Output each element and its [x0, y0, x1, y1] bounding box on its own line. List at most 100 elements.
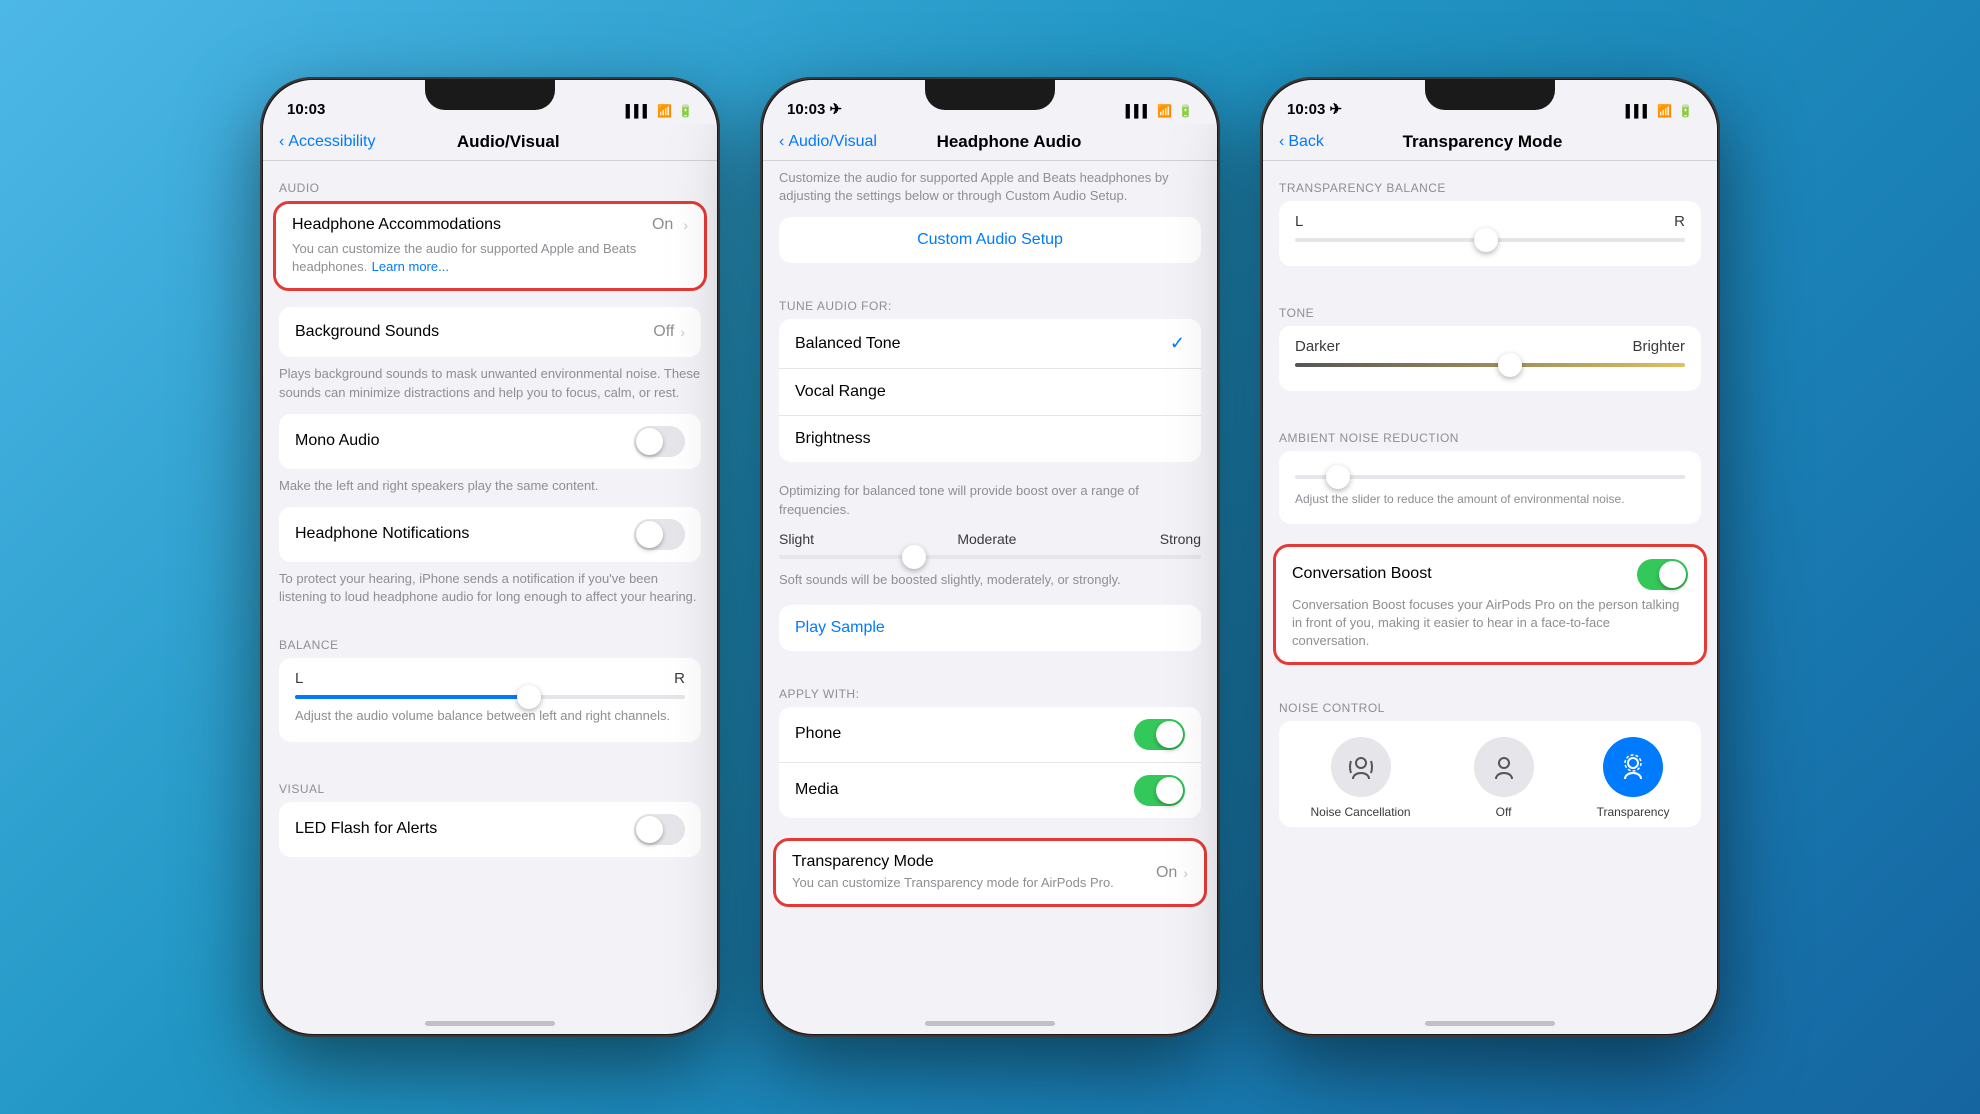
mono-audio-toggle[interactable]	[634, 426, 685, 457]
home-indicator-1	[425, 1021, 555, 1026]
t-balance-group: L R	[1279, 201, 1701, 266]
section-header-audio: AUDIO	[263, 161, 717, 201]
led-flash-toggle-thumb	[636, 816, 663, 843]
conversation-boost-desc: Conversation Boost focuses your AirPods …	[1292, 596, 1688, 651]
headphone-accom-link[interactable]: Learn more...	[372, 259, 449, 274]
tone-darker-label: Darker	[1295, 338, 1340, 355]
wifi-icon-2: 📶	[1157, 104, 1172, 118]
tone-thumb[interactable]	[1498, 353, 1522, 377]
headphone-notif-toggle[interactable]	[634, 519, 685, 550]
background-sounds-row[interactable]: Background Sounds Off ›	[279, 307, 701, 357]
noise-off-item[interactable]: Off	[1474, 737, 1534, 819]
play-sample-row[interactable]: Play Sample	[779, 605, 1201, 651]
mono-audio-title: Mono Audio	[295, 432, 634, 450]
custom-audio-btn[interactable]: Custom Audio Setup	[779, 217, 1201, 263]
signal-icon-3: ▌▌▌	[1626, 104, 1652, 118]
home-indicator-3	[1425, 1021, 1555, 1026]
back-chevron-icon-1: ‹	[279, 133, 284, 151]
noise-transparency-item[interactable]: Transparency	[1597, 737, 1670, 819]
intensity-strong: Strong	[1160, 531, 1201, 547]
content-3[interactable]: TRANSPARENCY BALANCE L R TONE	[1263, 161, 1717, 1021]
section-header-visual: VISUAL	[263, 762, 717, 802]
tone-header: TONE	[1263, 286, 1717, 326]
transparency-mode-row[interactable]: Transparency Mode You can customize Tran…	[776, 841, 1204, 904]
background-sounds-content: Background Sounds	[295, 323, 653, 341]
mono-audio-desc: Make the left and right speakers play th…	[279, 478, 598, 493]
led-flash-toggle[interactable]	[634, 814, 685, 845]
headphone-accom-group: Headphone Accommodations On › You can cu…	[276, 204, 704, 288]
nav-bar-3: ‹ Back Transparency Mode	[1263, 124, 1717, 161]
noise-icons-row: Noise Cancellation Off	[1279, 721, 1701, 827]
status-icons-2: ▌▌▌ 📶 🔋	[1126, 104, 1193, 118]
tone-slider[interactable]	[1295, 363, 1685, 367]
balance-thumb[interactable]	[517, 685, 541, 709]
balance-right-label: R	[674, 670, 685, 687]
conversation-boost-toggle[interactable]	[1637, 559, 1688, 590]
tune-option-balanced[interactable]: Balanced Tone ✓	[779, 319, 1201, 369]
phone-2: 10:03 ✈ ▌▌▌ 📶 🔋 ‹ Audio/Visual Headphone…	[760, 77, 1220, 1037]
apply-with-header: APPLY WITH:	[763, 671, 1217, 707]
ambient-header: AMBIENT NOISE REDUCTION	[1263, 411, 1717, 451]
t-balance-slider[interactable]	[1295, 238, 1685, 242]
led-flash-row[interactable]: LED Flash for Alerts	[279, 802, 701, 857]
balance-slider[interactable]	[295, 695, 685, 699]
highlight-headphone-accom: Headphone Accommodations On › You can cu…	[273, 201, 707, 291]
notch-1	[425, 80, 555, 110]
headphone-accom-row[interactable]: Headphone Accommodations On › You can cu…	[276, 204, 704, 288]
apply-phone-row[interactable]: Phone	[779, 707, 1201, 763]
section-header-balance: BALANCE	[263, 618, 717, 658]
phone-inner-1: 10:03 ▌▌▌ 📶 🔋 ‹ Accessibility Audio/Visu…	[263, 80, 717, 1034]
headphone-notif-row[interactable]: Headphone Notifications	[279, 507, 701, 562]
tune-option-brightness[interactable]: Brightness	[779, 416, 1201, 462]
conversation-boost-header: Conversation Boost	[1292, 559, 1688, 590]
t-balance-labels: L R	[1295, 213, 1685, 230]
background-sounds-chevron: ›	[680, 324, 685, 340]
noise-cancellation-item[interactable]: Noise Cancellation	[1311, 737, 1411, 819]
transparency-mode-title: Transparency Mode	[792, 853, 1156, 871]
signal-icon-1: ▌▌▌	[626, 104, 652, 118]
t-balance-thumb[interactable]	[1474, 228, 1498, 252]
apply-phone-content: Phone	[795, 725, 1134, 743]
noise-transparency-icon	[1603, 737, 1663, 797]
apply-phone-toggle[interactable]	[1134, 719, 1185, 750]
headphone-accom-value: On	[652, 216, 673, 234]
battery-icon-3: 🔋	[1678, 104, 1693, 118]
noise-cancellation-label: Noise Cancellation	[1311, 805, 1411, 819]
tune-balanced-label: Balanced Tone	[795, 335, 1170, 353]
headphone-notif-group: Headphone Notifications	[279, 507, 701, 562]
balance-left-label: L	[295, 670, 303, 687]
nav-title-3: Transparency Mode	[1264, 132, 1701, 152]
content-1[interactable]: AUDIO Headphone Accommodations On ›	[263, 161, 717, 1021]
soft-desc: Soft sounds will be boosted slightly, mo…	[763, 571, 1217, 589]
apply-media-toggle[interactable]	[1134, 775, 1185, 806]
phone-frame-3: 10:03 ✈ ▌▌▌ 📶 🔋 ‹ Back Transparency Mode…	[1260, 77, 1720, 1037]
ambient-thumb[interactable]	[1326, 465, 1350, 489]
ambient-group: Adjust the slider to reduce the amount o…	[1279, 451, 1701, 524]
noise-off-label: Off	[1496, 805, 1512, 819]
apply-media-row[interactable]: Media	[779, 763, 1201, 818]
play-sample-label: Play Sample	[795, 619, 885, 636]
ambient-slider[interactable]	[1295, 475, 1685, 479]
transparency-mode-chevron: ›	[1183, 865, 1188, 881]
mono-audio-row[interactable]: Mono Audio	[279, 414, 701, 469]
background-sounds-title: Background Sounds	[295, 323, 653, 341]
noise-cancellation-icon	[1331, 737, 1391, 797]
mono-audio-group: Mono Audio	[279, 414, 701, 469]
status-time-3: 10:03 ✈	[1287, 100, 1342, 118]
intensity-slider[interactable]	[779, 555, 1201, 559]
phone-1: 10:03 ▌▌▌ 📶 🔋 ‹ Accessibility Audio/Visu…	[260, 77, 720, 1037]
content-2[interactable]: Customize the audio for supported Apple …	[763, 161, 1217, 1021]
led-flash-title: LED Flash for Alerts	[295, 820, 634, 838]
apply-with-group: Phone Media	[779, 707, 1201, 818]
intensity-thumb[interactable]	[902, 545, 926, 569]
notch-3	[1425, 80, 1555, 110]
play-sample-group: Play Sample	[779, 605, 1201, 651]
balance-labels: L R	[295, 670, 685, 687]
phone-frame-2: 10:03 ✈ ▌▌▌ 📶 🔋 ‹ Audio/Visual Headphone…	[760, 77, 1220, 1037]
battery-icon-1: 🔋	[678, 104, 693, 118]
tune-option-vocal[interactable]: Vocal Range	[779, 369, 1201, 416]
conversation-boost-row[interactable]: Conversation Boost Conversation Boost fo…	[1276, 547, 1704, 663]
tone-brighter-label: Brighter	[1632, 338, 1685, 355]
home-indicator-2	[925, 1021, 1055, 1026]
mono-audio-content: Mono Audio	[295, 432, 634, 450]
